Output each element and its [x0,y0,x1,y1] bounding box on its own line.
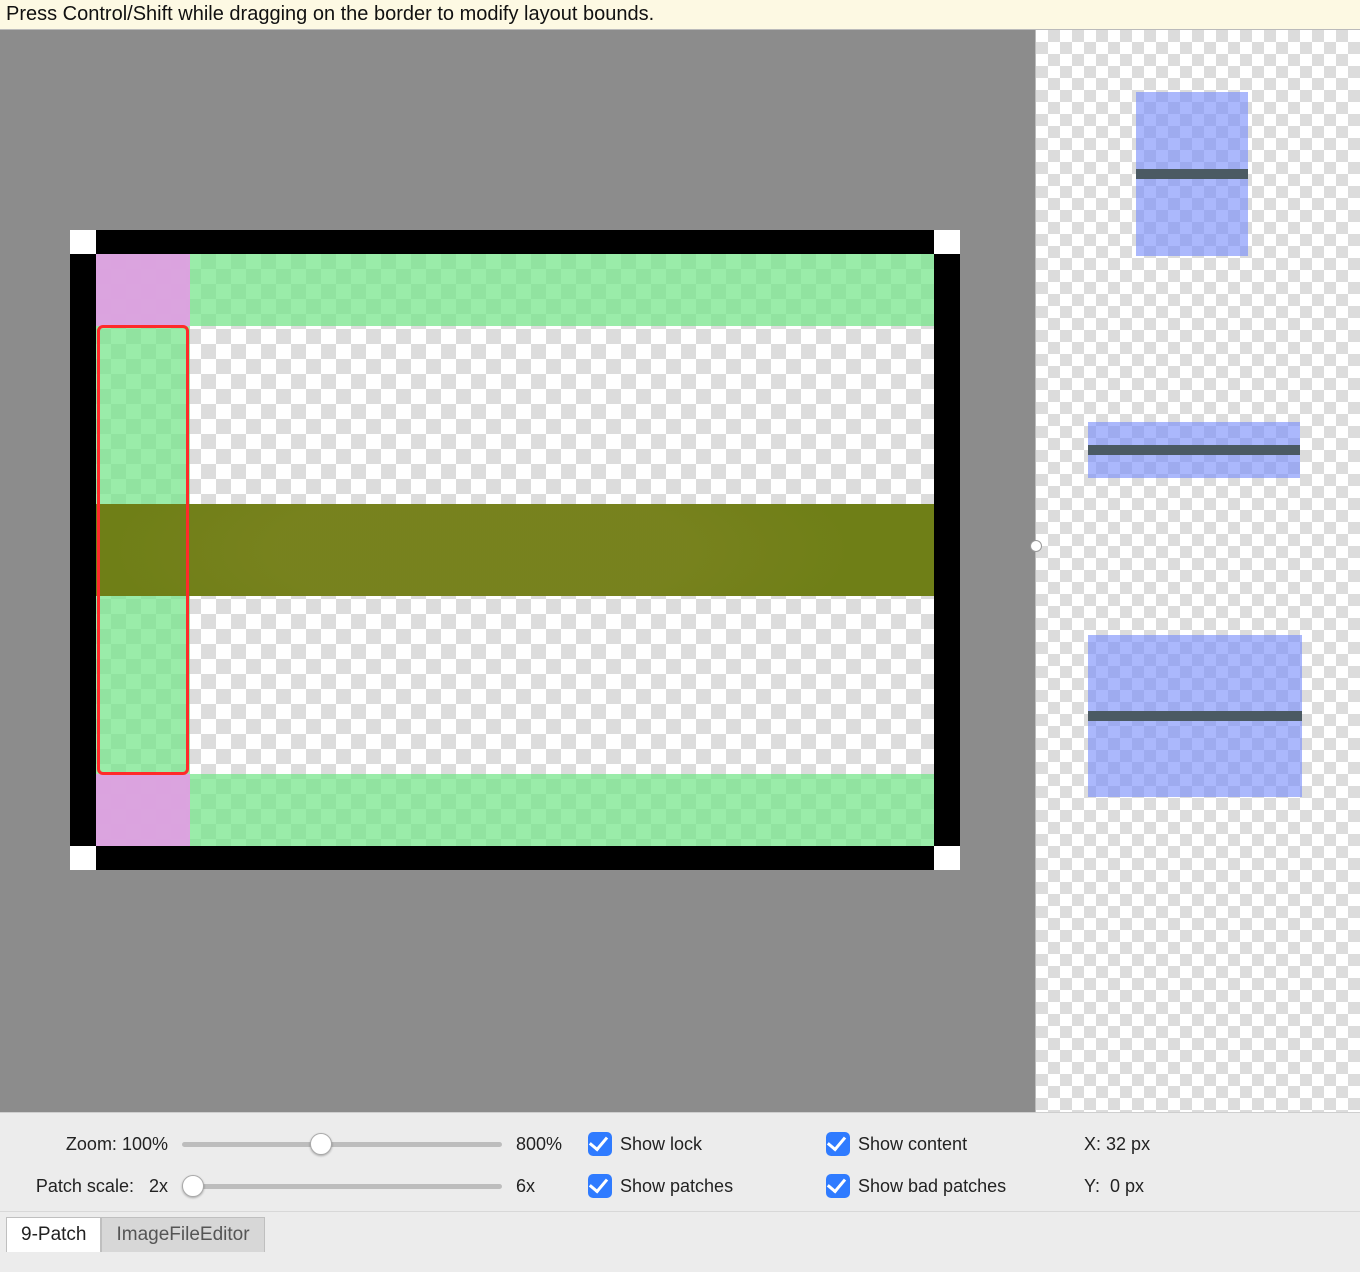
show-patches-input[interactable] [588,1174,612,1198]
corner-pixel [934,230,960,254]
preview-horizontal [1088,422,1300,478]
show-bad-patches-input[interactable] [826,1174,850,1198]
hint-bar: Press Control/Shift while dragging on th… [0,0,1360,30]
preview-vertical [1136,92,1248,256]
corner-pixel [934,846,960,870]
lock-overlay [96,254,190,326]
show-lock-input[interactable] [588,1132,612,1156]
lock-overlay [96,774,190,846]
editor-tabs: 9-Patch ImageFileEditor [0,1211,1360,1251]
corner-pixel [70,846,96,870]
hint-text: Press Control/Shift while dragging on th… [6,3,654,25]
show-lock-checkbox[interactable]: Show lock [588,1132,818,1156]
zoom-slider[interactable] [182,1142,502,1147]
show-patches-checkbox[interactable]: Show patches [588,1174,818,1198]
patch-scale-label: Patch scale: 2x [8,1176,168,1197]
tab-image-file-editor[interactable]: ImageFileEditor [101,1217,264,1252]
stretch-overlay-bottom [96,774,934,846]
stretch-overlay-top [96,254,934,326]
show-content-input[interactable] [826,1132,850,1156]
border-left[interactable] [70,230,96,870]
preview-both [1088,635,1302,797]
show-bad-patches-checkbox[interactable]: Show bad patches [826,1174,1076,1198]
x-coord: X: 32 px [1084,1134,1194,1155]
tab-9-patch[interactable]: 9-Patch [6,1217,101,1252]
border-right[interactable] [934,230,960,870]
border-bottom[interactable] [70,846,960,870]
bitmap-content [96,504,934,596]
corner-pixel [70,230,96,254]
y-coord: Y: 0 px [1084,1176,1194,1197]
nine-patch-canvas[interactable] [70,230,960,870]
canvas-panel[interactable] [0,30,1035,1112]
selection-rect[interactable] [97,325,189,775]
patch-scale-slider[interactable] [182,1184,502,1189]
patch-scale-max: 6x [516,1176,580,1197]
panel-divider-handle[interactable] [1030,540,1042,552]
show-content-checkbox[interactable]: Show content [826,1132,1076,1156]
work-area [0,30,1360,1112]
zoom-label: Zoom: 100% [8,1134,168,1155]
border-top[interactable] [70,230,960,254]
controls-bar: Zoom: 100% 800% Show lock Show content X… [0,1112,1360,1211]
zoom-max: 800% [516,1134,580,1155]
preview-panel [1035,30,1360,1112]
